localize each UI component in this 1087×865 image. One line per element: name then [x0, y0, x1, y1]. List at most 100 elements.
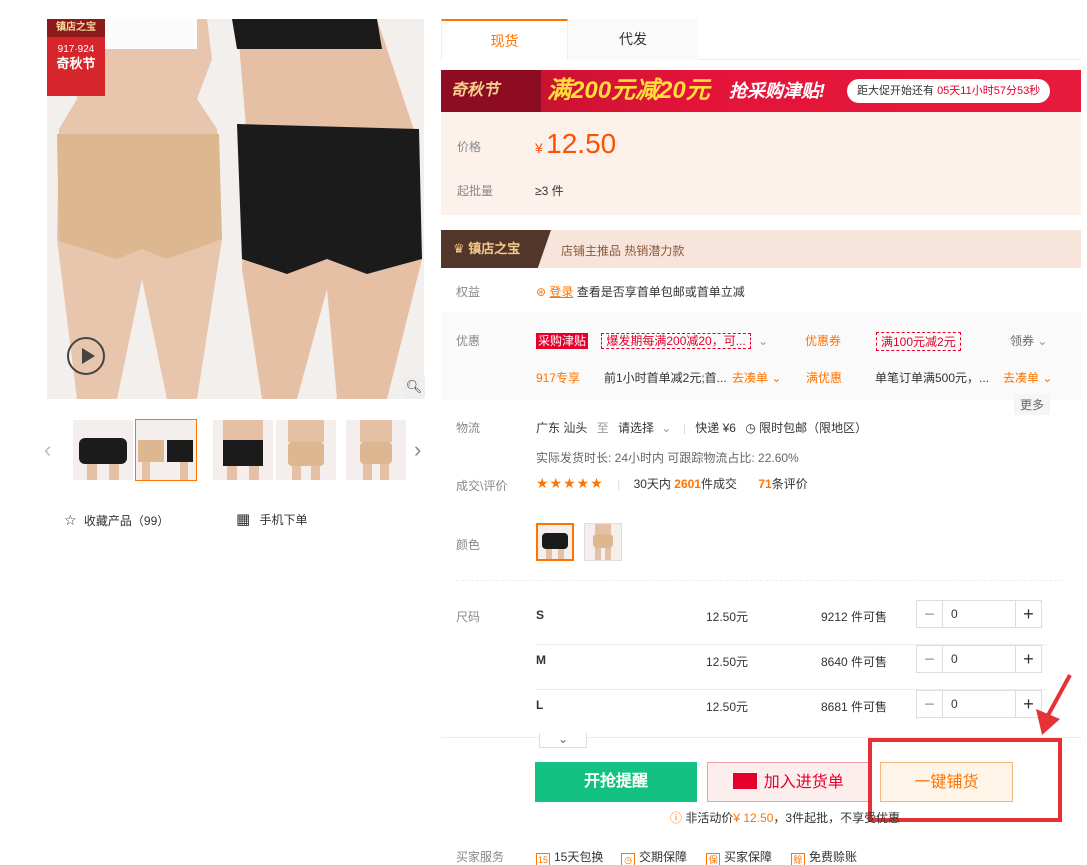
- color-swatch-skin[interactable]: [584, 523, 622, 561]
- size-stock: 8640 件可售: [821, 655, 888, 669]
- go-combine-1[interactable]: 去凑单 ⌄: [732, 369, 781, 386]
- size-stock: 8681 件可售: [821, 700, 888, 714]
- discount-label: 优惠: [456, 334, 481, 348]
- youhui-text: 单笔订单满500元，...: [875, 371, 990, 385]
- expand-sizes-chevron-icon[interactable]: ⌄: [539, 733, 587, 748]
- moq-label: 起批量: [457, 184, 494, 198]
- badge-date: 917·924: [57, 44, 95, 55]
- subsidy-coupon[interactable]: 爆发期每满200减20，可...: [601, 333, 751, 349]
- non-activity-note: ⓘ 非活动价¥ 12.50，3件起批，不享受优惠: [670, 809, 900, 826]
- quantity-input[interactable]: 0: [951, 601, 1011, 627]
- chevron-down-icon[interactable]: ⌄: [758, 334, 768, 348]
- color-label: 颜色: [456, 538, 481, 552]
- arrow-annotation-icon: [1036, 674, 1072, 735]
- chevron-down-icon: ⌄: [771, 371, 782, 385]
- service-delivery[interactable]: ◷ 交期保障: [621, 848, 687, 865]
- thumb-2[interactable]: [135, 419, 197, 481]
- claim-label: 领券: [1010, 334, 1035, 348]
- countdown-time: 05天11小时57分53秒: [937, 85, 1041, 97]
- service-buyer-protect[interactable]: 保买家保障: [706, 848, 772, 865]
- go-combine-2-label: 去凑单: [1003, 371, 1040, 385]
- favorite-button[interactable]: ☆ 收藏产品（99）: [64, 512, 169, 529]
- service-buyer-protect-label: 买家保障: [724, 850, 773, 864]
- claim-coupon-button[interactable]: 领券 ⌄: [1010, 332, 1047, 349]
- tab-spot[interactable]: 现货: [441, 19, 568, 60]
- ship-from: 广东 汕头: [536, 421, 588, 435]
- treasure-bar: ♛ 镇店之宝 店铺主推品 热销潜力款: [441, 230, 1081, 268]
- size-stock: 9212 件可售: [821, 610, 888, 624]
- badge-name: 奇秋节: [56, 56, 96, 71]
- treasure-tag-label: 镇店之宝: [468, 241, 521, 256]
- minus-button[interactable]: −: [917, 646, 943, 672]
- credit-icon: 赊: [791, 853, 805, 865]
- countdown-prefix: 距大促开始还有: [857, 85, 934, 97]
- minus-button[interactable]: −: [917, 691, 943, 717]
- minus-button[interactable]: −: [917, 601, 943, 627]
- note-price: ¥ 12.50: [733, 811, 774, 825]
- plus-button[interactable]: +: [1015, 601, 1041, 627]
- size-price: 12.50元: [706, 610, 749, 624]
- color-swatch-black[interactable]: [536, 523, 574, 561]
- subsidy-row: 采购津贴 爆发期每满200减20，可... ⌄: [536, 332, 768, 349]
- size-name: L: [536, 698, 544, 712]
- play-video-icon[interactable]: [67, 337, 105, 375]
- vip-label: 917专享: [536, 371, 581, 385]
- service-credit[interactable]: 赊免费赊账: [791, 848, 857, 865]
- banner-main-text: 满200元减20元: [547, 77, 710, 104]
- shield-icon: 保: [706, 853, 720, 865]
- ship-to-select[interactable]: 请选择: [618, 421, 654, 435]
- size-name: M: [536, 653, 546, 667]
- services-label: 买家服务: [456, 850, 505, 864]
- zoom-icon[interactable]: 🔍︎: [403, 376, 425, 398]
- reviews-suffix: 条评价: [771, 477, 808, 491]
- thumb-prev-icon[interactable]: ‹: [44, 437, 51, 463]
- remind-button[interactable]: 开抢提醒: [535, 762, 697, 802]
- clock-icon: ◷: [745, 421, 756, 435]
- size-price: 12.50元: [706, 655, 749, 669]
- tab-dropship[interactable]: 代发: [568, 19, 698, 60]
- quantity-stepper: − 0 +: [916, 645, 1042, 673]
- chevron-down-icon[interactable]: ⌄: [661, 421, 671, 435]
- coupon-item[interactable]: 满100元减2元: [876, 332, 961, 351]
- purchase-type-tabs: 现货 代发: [441, 19, 1081, 60]
- subsidy-tag: 采购津贴: [536, 333, 589, 349]
- divider: [456, 580, 1062, 581]
- info-icon: ⓘ: [670, 811, 683, 825]
- note-suffix: ，3件起批，不享受优惠: [773, 811, 901, 825]
- star-outline-icon: ☆: [64, 512, 77, 528]
- size-row: L 12.50元 8681 件可售 − 0 +: [535, 690, 1047, 735]
- thumb-3[interactable]: [212, 419, 274, 481]
- ship-time: 实际发货时长: 24小时内 可跟踪物流占比: 22.60%: [536, 451, 799, 465]
- size-name: S: [536, 608, 545, 622]
- service-exchange[interactable]: 15 15天包换: [536, 848, 603, 865]
- login-link[interactable]: 登录: [549, 285, 573, 299]
- service-exchange-label: 15天包换: [554, 850, 604, 864]
- plus-button[interactable]: +: [1015, 646, 1041, 672]
- more-button[interactable]: 更多: [1014, 394, 1051, 415]
- deals-prefix: 30天内: [633, 477, 671, 491]
- thumb-next-icon[interactable]: ›: [414, 437, 421, 463]
- quantity-input[interactable]: 0: [951, 691, 1011, 717]
- thumb-5[interactable]: [345, 419, 407, 481]
- quantity-input[interactable]: 0: [951, 646, 1011, 672]
- reviews-count[interactable]: 71: [758, 477, 771, 491]
- vip-text: 前1小时首单减2元;首...: [604, 371, 727, 385]
- size-row: M 12.50元 8640 件可售 − 0 +: [535, 645, 1047, 690]
- thumb-4[interactable]: [275, 419, 337, 481]
- chevron-down-icon: ⌄: [1037, 334, 1048, 348]
- size-price: 12.50元: [706, 700, 749, 714]
- quantity-stepper: − 0 +: [916, 600, 1042, 628]
- deals-suffix: 件成交: [700, 477, 737, 491]
- exchange-icon: 15: [536, 853, 550, 865]
- add-to-cart-button[interactable]: 加入进货单: [707, 762, 870, 802]
- price-label: 价格: [457, 140, 482, 154]
- thumb-1[interactable]: [72, 419, 134, 481]
- gift-icon: ⊛: [536, 285, 547, 299]
- discount-box: [441, 312, 1081, 400]
- size-row: S 12.50元 9212 件可售 − 0 +: [535, 600, 1047, 645]
- mobile-order-button[interactable]: ▦ 手机下单: [236, 510, 308, 528]
- delivery-icon: ◷: [621, 853, 635, 865]
- go-combine-2[interactable]: 去凑单 ⌄: [1003, 369, 1052, 386]
- to-word: 至: [596, 421, 609, 435]
- banner-logo: 奇秋节: [441, 70, 541, 112]
